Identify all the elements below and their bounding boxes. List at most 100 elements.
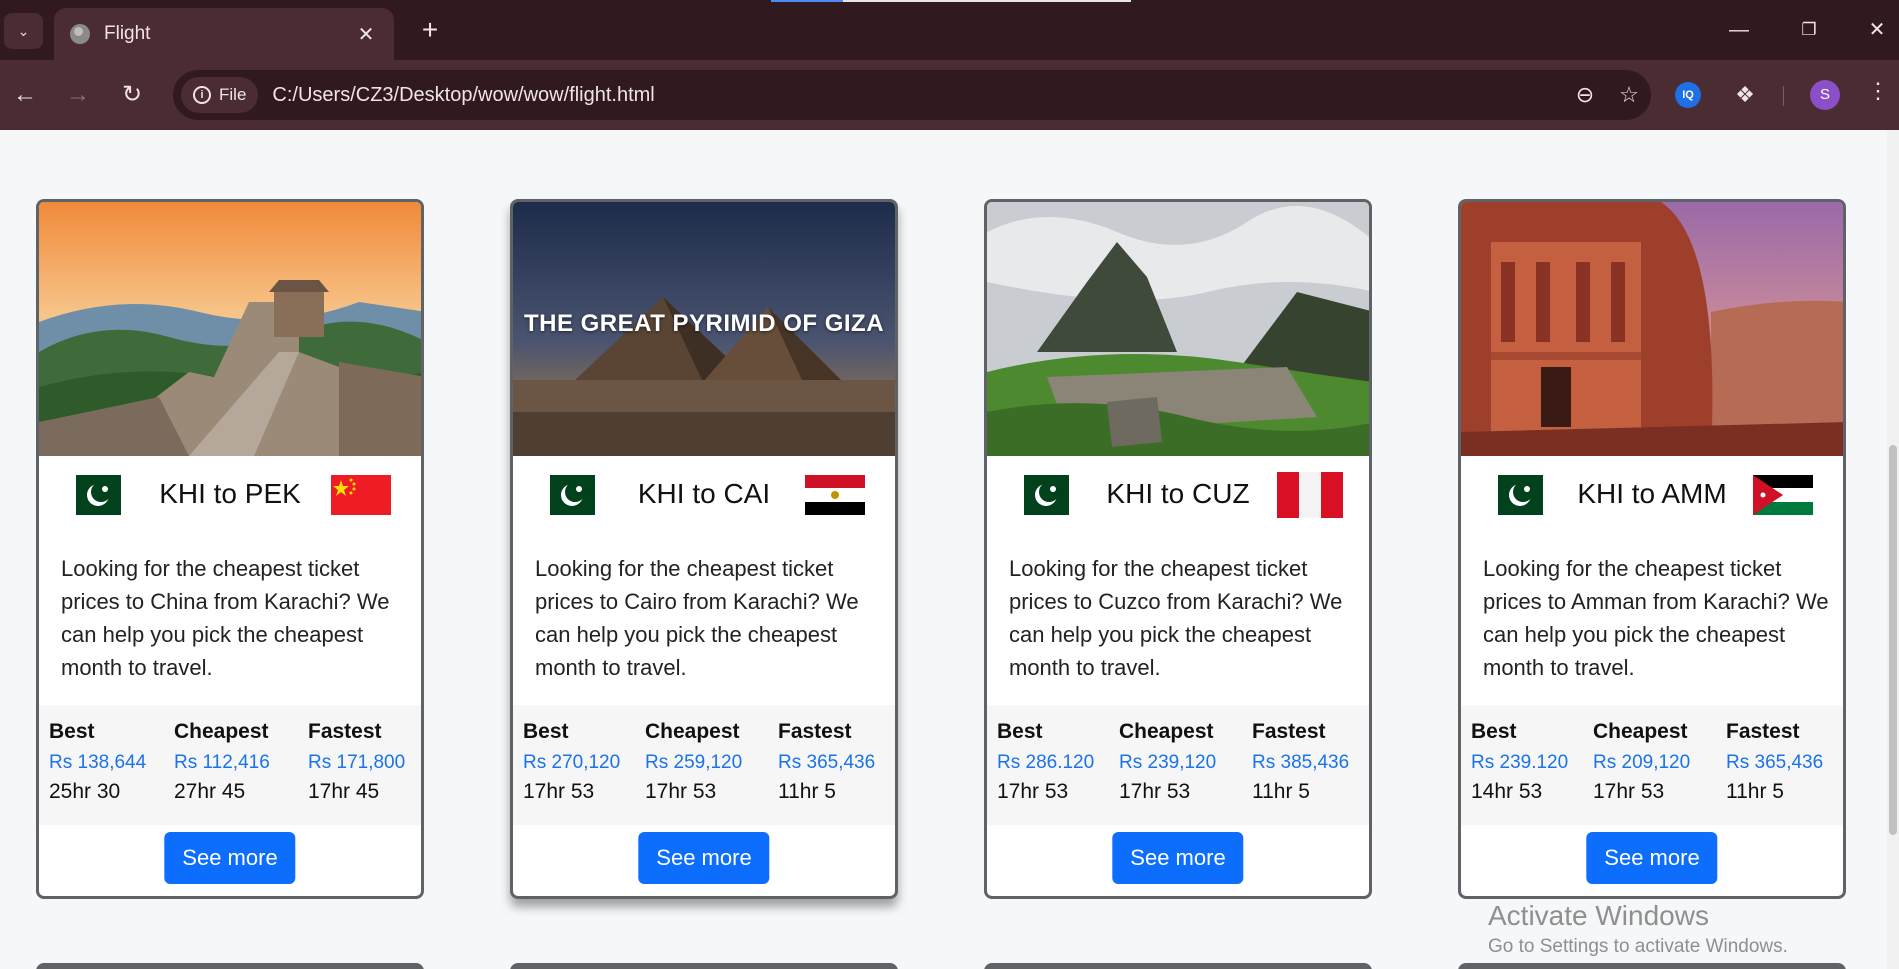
best-price: Rs 286.120 <box>997 752 1095 773</box>
fare-stats: Best Rs 286.120 17hr 53 Cheapest Rs 239,… <box>987 705 1369 825</box>
egypt-flag-icon <box>805 475 865 515</box>
fare-stats: Best Rs 270,120 17hr 53 Cheapest Rs 259,… <box>513 705 895 825</box>
see-more-button[interactable]: See more <box>164 832 296 884</box>
destination-image: THE GREAT PYRIMID OF GIZA <box>513 202 895 456</box>
more-menu-icon[interactable]: ⋮ <box>1866 78 1890 104</box>
best-price: Rs 239.120 <box>1471 752 1569 773</box>
cheapest-duration: 27hr 45 <box>174 780 246 803</box>
cheapest-duration: 17hr 53 <box>1593 780 1665 803</box>
best-price: Rs 138,644 <box>49 752 147 773</box>
fastest-duration: 11hr 5 <box>1252 780 1310 803</box>
tab-search-button[interactable]: ⌄ <box>4 13 43 49</box>
route-row: KHI to AMM <box>1461 472 1843 518</box>
destination-image <box>39 202 421 456</box>
close-tab-icon[interactable]: ✕ <box>354 22 378 47</box>
china-flag-icon <box>331 475 391 515</box>
destination-card-cuz: KHI to CUZ Looking for the cheapest tick… <box>984 199 1372 899</box>
fastest-price: Rs 385,436 <box>1252 752 1350 773</box>
cheapest-price: Rs 259,120 <box>645 752 743 773</box>
cheapest-column: Cheapest Rs 259,120 17hr 53 <box>645 719 742 805</box>
see-more-button[interactable]: See more <box>638 832 770 884</box>
fastest-label: Fastest <box>1252 720 1326 743</box>
destination-card-pek: KHI to PEK Looking for the cheapest tick… <box>36 199 424 899</box>
tab-strip: ⌄ Flight ✕ + — ❐ ✕ <box>0 0 1899 60</box>
profile-avatar[interactable]: S <box>1810 80 1840 110</box>
tab-flight[interactable]: Flight ✕ <box>54 8 394 60</box>
globe-icon <box>70 24 90 44</box>
bookmark-star-icon[interactable]: ☆ <box>1607 82 1651 108</box>
image-caption: THE GREAT PYRIMID OF GIZA <box>523 310 885 337</box>
loading-progress-bar <box>771 0 1131 2</box>
fastest-price: Rs 171,800 <box>308 752 406 773</box>
page-viewport: KHI to PEK Looking for the cheapest tick… <box>0 130 1899 969</box>
best-column: Best Rs 239.120 14hr 53 <box>1471 719 1568 805</box>
scrollbar-thumb[interactable] <box>1889 445 1897 835</box>
route-row: KHI to CAI <box>513 472 895 518</box>
card-description: Looking for the cheapest ticket prices t… <box>1483 556 1829 680</box>
route-row: KHI to CUZ <box>987 472 1369 518</box>
back-button[interactable]: ← <box>6 76 44 114</box>
fastest-duration: 17hr 45 <box>308 780 380 803</box>
close-window-button[interactable]: ✕ <box>1854 14 1899 46</box>
cheapest-duration: 17hr 53 <box>1119 780 1191 803</box>
restore-window-button[interactable]: ❐ <box>1786 14 1832 46</box>
minimize-window-button[interactable]: — <box>1716 14 1762 46</box>
cheapest-label: Cheapest <box>174 720 269 743</box>
route-row: KHI to PEK <box>39 472 421 518</box>
card-description: Looking for the cheapest ticket prices t… <box>535 556 859 680</box>
card-description: Looking for the cheapest ticket prices t… <box>1009 556 1343 680</box>
best-duration: 25hr 30 <box>49 780 121 803</box>
best-label: Best <box>997 720 1043 743</box>
cheapest-label: Cheapest <box>1119 720 1214 743</box>
cheapest-column: Cheapest Rs 112,416 27hr 45 <box>174 719 270 805</box>
page-scrollbar[interactable] <box>1887 130 1899 969</box>
see-more-button[interactable]: See more <box>1112 832 1244 884</box>
site-info-chip[interactable]: i File <box>181 77 259 113</box>
best-duration: 17hr 53 <box>523 780 595 803</box>
cheapest-price: Rs 209,120 <box>1593 752 1691 773</box>
best-price: Rs 270,120 <box>523 752 621 773</box>
next-row-card-edge <box>1458 963 1846 969</box>
watermark-subtitle: Go to Settings to activate Windows. <box>1488 936 1788 957</box>
new-tab-button[interactable]: + <box>415 12 445 48</box>
best-column: Best Rs 270,120 17hr 53 <box>523 719 620 805</box>
chevron-down-icon: ⌄ <box>17 22 30 39</box>
extensions-puzzle-icon[interactable]: ❖ <box>1728 78 1762 112</box>
cheapest-price: Rs 112,416 <box>174 752 270 773</box>
destination-card-amm: KHI to AMM Looking for the cheapest tick… <box>1458 199 1846 899</box>
fastest-column: Fastest Rs 365,436 11hr 5 <box>1726 719 1823 805</box>
url-text[interactable]: C:/Users/CZ3/Desktop/wow/wow/flight.html <box>272 84 1563 107</box>
best-duration: 14hr 53 <box>1471 780 1543 803</box>
fastest-label: Fastest <box>778 720 852 743</box>
cheapest-column: Cheapest Rs 209,120 17hr 53 <box>1593 719 1690 805</box>
destination-image <box>987 202 1369 456</box>
cheapest-price: Rs 239,120 <box>1119 752 1217 773</box>
browser-chrome: ⌄ Flight ✕ + — ❐ ✕ ← → ↻ i File C:/Users… <box>0 0 1899 130</box>
protocol-label: File <box>219 85 247 104</box>
best-column: Best Rs 138,644 25hr 30 <box>49 719 146 805</box>
tab-title: Flight <box>104 23 151 44</box>
forward-button[interactable]: → <box>59 76 97 114</box>
fare-stats: Best Rs 138,644 25hr 30 Cheapest Rs 112,… <box>39 705 421 825</box>
fastest-label: Fastest <box>1726 720 1800 743</box>
best-label: Best <box>49 720 95 743</box>
reload-button[interactable]: ↻ <box>113 76 151 114</box>
best-label: Best <box>523 720 569 743</box>
next-row-card-edge <box>984 963 1372 969</box>
fastest-column: Fastest Rs 171,800 17hr 45 <box>308 719 405 805</box>
address-bar[interactable]: i File C:/Users/CZ3/Desktop/wow/wow/flig… <box>173 70 1651 120</box>
fastest-column: Fastest Rs 385,436 11hr 5 <box>1252 719 1349 805</box>
iq-extension-icon[interactable]: IQ <box>1675 82 1701 108</box>
jordan-flag-icon <box>1753 475 1813 515</box>
watermark-title: Activate Windows <box>1488 900 1709 931</box>
fastest-column: Fastest Rs 365,436 11hr 5 <box>778 719 875 805</box>
windows-activation-watermark: Activate Windows Go to Settings to activ… <box>1488 900 1788 958</box>
card-description: Looking for the cheapest ticket prices t… <box>61 556 390 680</box>
fastest-duration: 11hr 5 <box>1726 780 1784 803</box>
toolbar-divider <box>1783 86 1784 106</box>
see-more-button[interactable]: See more <box>1586 832 1718 884</box>
cheapest-column: Cheapest Rs 239,120 17hr 53 <box>1119 719 1216 805</box>
cheapest-label: Cheapest <box>645 720 740 743</box>
zoom-icon[interactable]: ⊖ <box>1563 82 1607 108</box>
destination-card-cai: THE GREAT PYRIMID OF GIZA KHI to CAI Loo… <box>510 199 898 899</box>
